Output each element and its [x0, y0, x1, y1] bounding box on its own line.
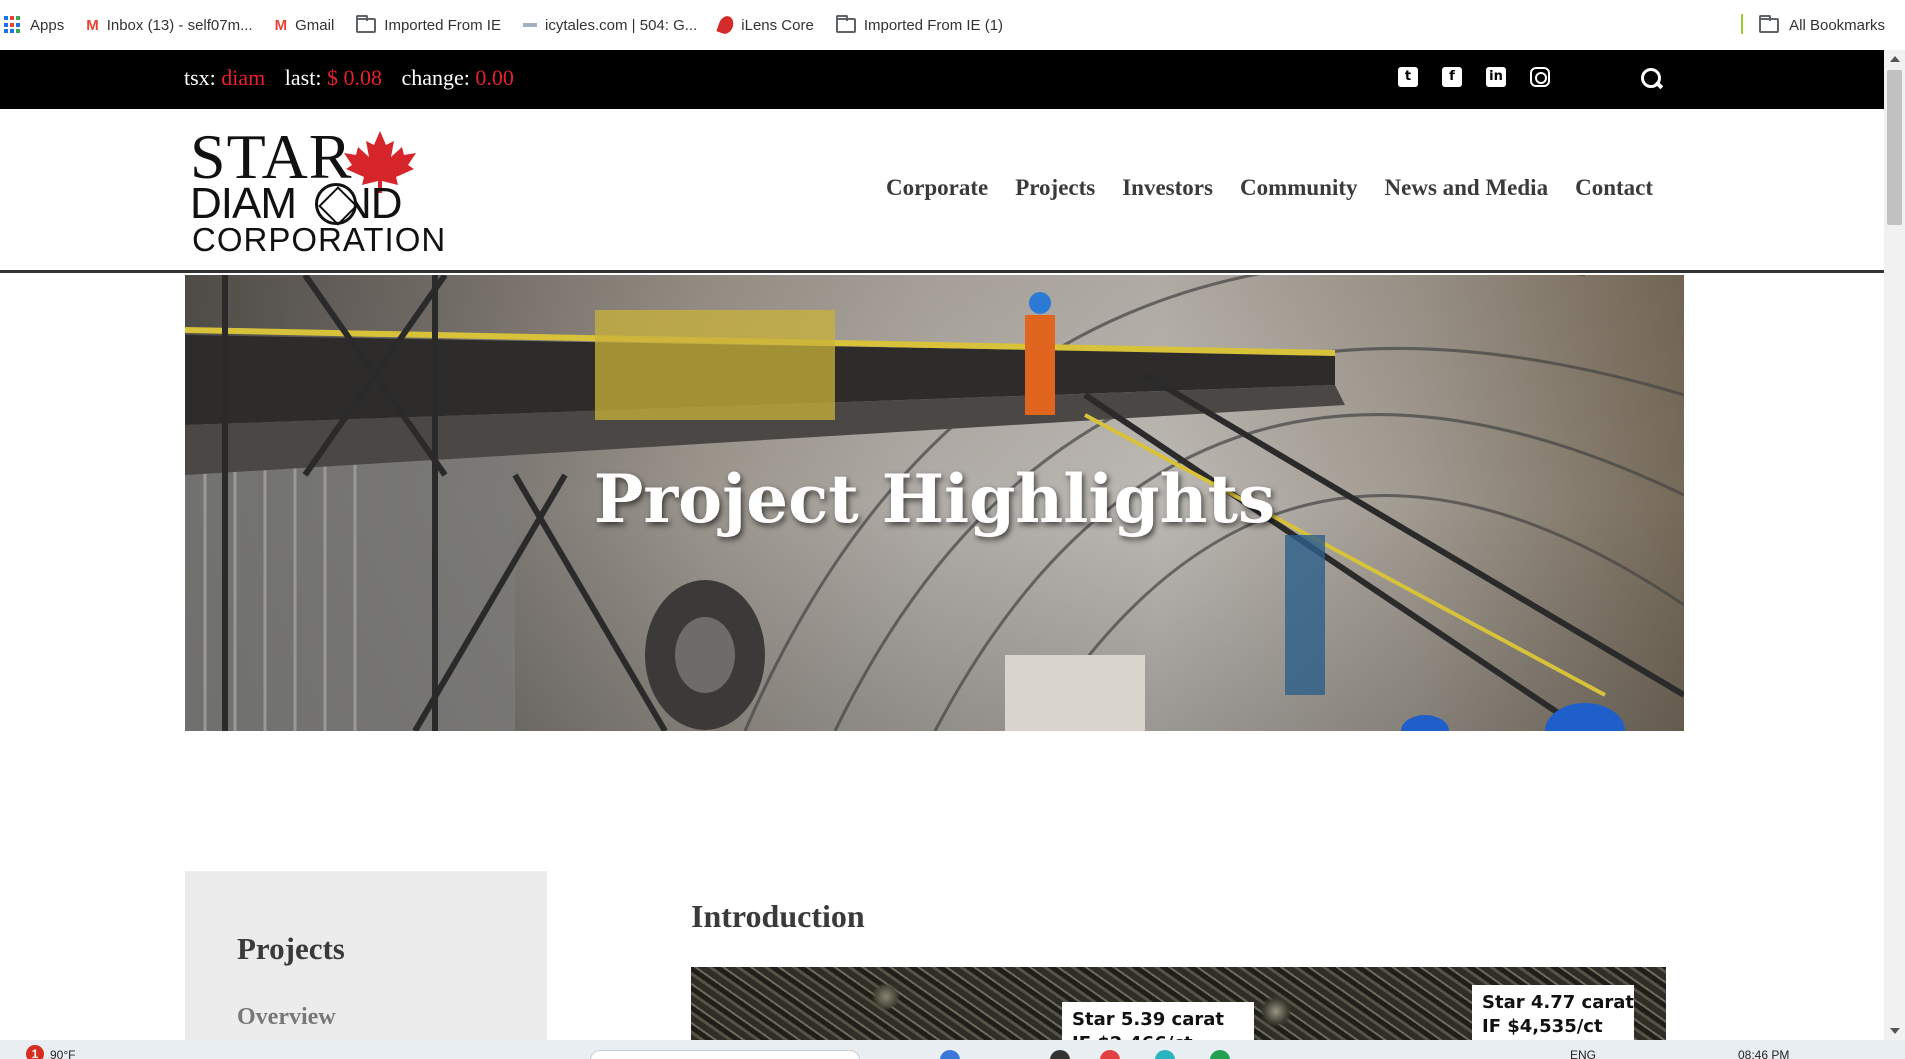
tsx-symbol: diam — [221, 65, 266, 90]
folder-icon — [835, 14, 856, 33]
bookmark-label: Gmail — [295, 16, 335, 34]
weather-temperature[interactable]: 90°F — [50, 1048, 75, 1059]
bookmark-imported-ie[interactable]: Imported From IE — [356, 14, 501, 34]
main-navigation: Corporate Projects Investors Community N… — [886, 175, 1653, 201]
site-header: STAR DIAM ND CORPORATION Corporate Projec… — [0, 109, 1884, 273]
nav-community[interactable]: Community — [1240, 175, 1358, 201]
bookmark-apps[interactable]: Apps — [4, 16, 64, 34]
taskbar-app-icon[interactable] — [1050, 1050, 1070, 1059]
bookmarks-bar: Apps M Inbox (13) - self07m... M Gmail I… — [0, 0, 1905, 50]
bookmark-imported-ie-1[interactable]: Imported From IE (1) — [835, 14, 1004, 34]
os-taskbar: 1 90°F ENG 08:46 PM — [0, 1040, 1905, 1059]
taskbar-app-icon[interactable] — [1210, 1050, 1230, 1059]
twitter-icon[interactable]: t — [1398, 67, 1418, 87]
diamond-caption: Star 4.77 carat IF $4,535/ct — [1472, 985, 1634, 1041]
logo-line-corporation: CORPORATION — [192, 221, 447, 258]
nav-news-and-media[interactable]: News and Media — [1385, 175, 1549, 201]
folder-icon — [356, 14, 377, 33]
scroll-thumb[interactable] — [1887, 70, 1902, 225]
taskbar-app-icon[interactable] — [1100, 1050, 1120, 1059]
change-label: change: — [401, 65, 470, 90]
bookmark-inbox[interactable]: M Inbox (13) - self07m... — [86, 17, 252, 34]
bookmark-ilens[interactable]: iLens Core — [716, 14, 814, 36]
projects-sidebar: Projects Overview — [185, 871, 547, 1041]
bookmark-label: Apps — [30, 16, 65, 34]
nav-investors[interactable]: Investors — [1122, 175, 1213, 201]
taskbar-app-icon[interactable] — [940, 1050, 960, 1059]
bookmark-icytales[interactable]: icytales.com | 504: G... — [522, 16, 698, 34]
bookmark-label: Imported From IE — [384, 16, 501, 34]
all-bookmarks-label: All Bookmarks — [1789, 16, 1885, 34]
caption-line: Star 5.39 carat — [1072, 1009, 1224, 1030]
section-title: Introduction — [691, 898, 865, 934]
caption-line: Star 4.77 carat — [1482, 992, 1634, 1013]
divider — [1741, 14, 1743, 34]
bookmark-label: Imported From IE (1) — [863, 16, 1004, 34]
scroll-down-arrow-icon[interactable] — [1890, 1028, 1900, 1034]
bookmark-label: icytales.com | 504: G... — [544, 16, 698, 34]
nav-projects[interactable]: Projects — [1015, 175, 1095, 201]
social-links: t f in — [1398, 67, 1550, 87]
last-price: $ 0.08 — [326, 65, 382, 90]
caption-line: IF $4,535/ct — [1482, 1016, 1603, 1037]
scroll-up-arrow-icon[interactable] — [1890, 56, 1900, 62]
language-indicator[interactable]: ENG — [1570, 1048, 1596, 1059]
search-icon[interactable] — [1641, 68, 1663, 90]
bookmark-label: Inbox (13) - self07m... — [106, 16, 253, 34]
folder-icon — [1759, 14, 1780, 33]
sidebar-item-overview[interactable]: Overview — [237, 1004, 336, 1031]
stock-ticker-bar: tsx: diam last: $ 0.08 change: 0.00 t f … — [0, 50, 1884, 109]
taskbar-app-icon[interactable] — [1155, 1050, 1175, 1059]
hero-title: Project Highlights — [593, 460, 1276, 538]
page-scrollbar[interactable] — [1884, 50, 1905, 1040]
logo-line-star: STAR — [190, 121, 353, 192]
diamond-ore-image: Star 5.39 carat IF $2,466/ct Star 4.77 c… — [691, 967, 1666, 1041]
stock-ticker: tsx: diam last: $ 0.08 change: 0.00 — [184, 65, 514, 91]
gmail-icon: M — [274, 16, 288, 34]
diamond-icon — [315, 183, 357, 225]
site-icon — [522, 23, 537, 27]
ilens-icon — [716, 14, 736, 36]
sidebar-title: Projects — [237, 931, 345, 966]
nav-corporate[interactable]: Corporate — [886, 175, 988, 201]
diamond-caption: Star 5.39 carat IF $2,466/ct — [1062, 1002, 1254, 1041]
instagram-icon[interactable] — [1530, 67, 1550, 87]
company-logo[interactable]: STAR DIAM ND CORPORATION — [190, 121, 445, 257]
linkedin-icon[interactable]: in — [1486, 67, 1506, 87]
gmail-icon: M — [86, 16, 99, 34]
facebook-icon[interactable]: f — [1442, 67, 1462, 87]
logo-line-diamond: DIAM ND — [190, 179, 403, 228]
hero-banner: Project Highlights — [185, 275, 1684, 731]
change-value: 0.00 — [475, 65, 514, 90]
clock[interactable]: 08:46 PM — [1738, 1048, 1789, 1059]
all-bookmarks-button[interactable]: All Bookmarks — [1759, 0, 1885, 50]
apps-grid-icon — [4, 16, 22, 34]
taskbar-search-input[interactable] — [590, 1050, 860, 1059]
bookmark-label: iLens Core — [741, 16, 814, 34]
last-label: last: — [284, 65, 322, 90]
notification-badge[interactable]: 1 — [26, 1045, 44, 1059]
tsx-label: tsx: — [184, 65, 216, 90]
nav-contact[interactable]: Contact — [1575, 175, 1653, 201]
bookmark-gmail[interactable]: M Gmail — [275, 17, 335, 34]
